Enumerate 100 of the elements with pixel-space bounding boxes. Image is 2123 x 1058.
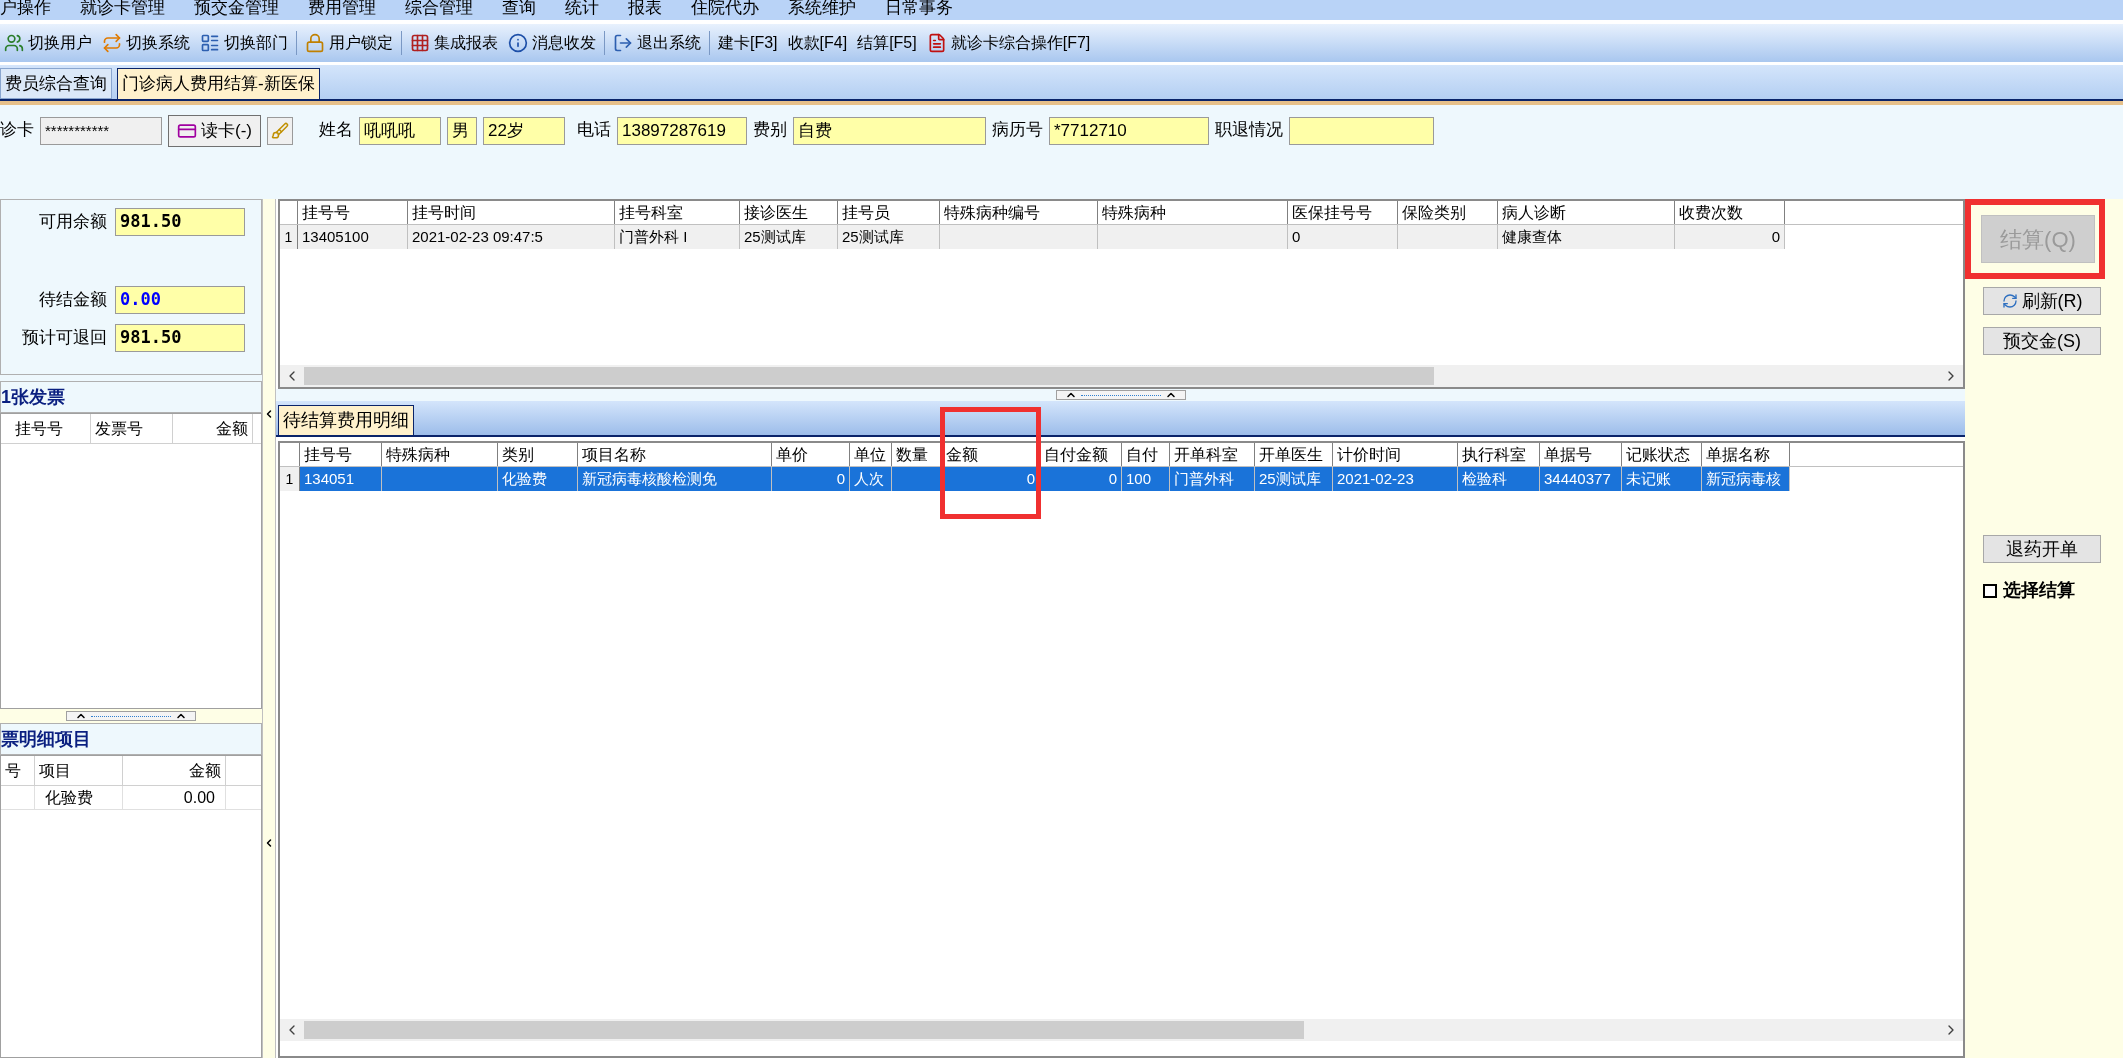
read-card-button[interactable]: 读卡(-) [168,115,261,147]
card-icon [177,121,197,141]
fee-type-field[interactable]: 自费 [793,117,986,145]
horizontal-scrollbar[interactable] [280,1019,1963,1041]
table-cell: 新冠病毒核 [1706,470,1781,487]
refresh-button[interactable]: 刷新(R) [1983,287,2101,315]
column-header[interactable]: 金额 [173,414,253,443]
splitter-handle[interactable] [66,711,196,721]
horizontal-scrollbar[interactable] [280,365,1963,387]
menu-item[interactable]: 费用管理 [308,0,376,21]
column-header[interactable]: 挂号科室 [615,201,740,224]
amount-field[interactable]: 981.50 [115,208,245,236]
column-header[interactable]: 单位 [850,443,892,466]
column-header[interactable]: 记账状态 [1622,443,1702,466]
table-cell: 0.00 [183,789,215,806]
toolbar-button[interactable]: 切换用户 [2,31,94,55]
field-label: 可用余额 [39,211,107,234]
field-label: 姓名 [319,119,353,141]
toolbar-button[interactable]: 集成报表 [408,31,500,55]
phone-field[interactable]: 13897287619 [617,117,747,145]
column-header[interactable]: 挂号号 [1,414,91,443]
column-header[interactable]: 特殊病种 [1098,201,1288,224]
column-header[interactable]: 挂号号 [298,201,408,224]
column-header[interactable]: 数量 [892,443,942,466]
table-row[interactable]: 1 13405100 2021-02-23 09:47:5 门普外科 I 25测试库 25测试库 0 健康查体 0 [280,225,1785,249]
toolbar-button[interactable]: 结算[F5] [855,31,919,55]
refresh-icon [2001,293,2018,309]
column-header[interactable]: 单据名称 [1702,443,1790,466]
toolbar-button[interactable]: 切换系统 [100,31,192,55]
column-header[interactable]: 收费次数 [1675,201,1785,224]
column-header[interactable]: 开单科室 [1170,443,1255,466]
section-header: 1张发票 [0,381,262,413]
column-header[interactable]: 特殊病种 [382,443,498,466]
column-header[interactable]: 接诊医生 [740,201,838,224]
card-number-field[interactable]: *********** [40,117,162,145]
toolbar-button[interactable]: 用户锁定 [303,31,395,55]
column-header[interactable]: 发票号 [91,414,173,443]
column-header[interactable]: 自付金额 [1040,443,1122,466]
column-header[interactable]: 号 [1,756,35,785]
table-cell: 34440377 [1544,470,1611,487]
deposit-button[interactable]: 预交金(S) [1983,327,2101,355]
column-header[interactable]: 金额 [123,756,226,785]
sex-field[interactable]: 男 [447,117,477,145]
column-header[interactable]: 单据号 [1540,443,1622,466]
toolbar-button[interactable]: 切换部门 [198,31,290,55]
table-cell: 0 [1026,470,1035,487]
splitter-handle[interactable] [1055,390,1186,400]
table-cell: 未记账 [1626,470,1671,487]
column-header[interactable]: 挂号员 [838,201,940,224]
column-header[interactable]: 保险类别 [1398,201,1498,224]
table-cell: 人次 [854,470,884,487]
amount-field[interactable]: 981.50 [115,324,245,352]
column-header[interactable]: 项目 [35,756,123,785]
column-header[interactable]: 挂号时间 [408,201,615,224]
table-cell: 25测试库 [744,228,806,245]
column-header[interactable]: 挂号号 [300,443,382,466]
tab[interactable]: 门诊病人费用结算-新医保 [117,68,320,99]
table-cell: 化验费 [45,789,93,806]
toolbar-button[interactable]: 消息收发 [506,31,598,55]
field-label: 电话 [577,119,611,141]
info-icon [508,33,528,53]
column-header[interactable]: 病人诊断 [1498,201,1675,224]
menu-item[interactable]: 就诊卡管理 [80,0,165,21]
menu-item[interactable]: 日常事务 [885,0,953,21]
field-label: 诊卡 [0,119,34,141]
column-header[interactable]: 金额 [942,443,1040,466]
section-header: 票明细项目 [0,723,262,755]
column-header[interactable]: 特殊病种编号 [940,201,1098,224]
table-row[interactable]: 1 134051 化验费 新冠病毒核酸检测免 0 人次 0 0 100 门普外科 25测试库 2021-02-23 检验科 34440377 未记账 新冠病毒核 [280,467,1790,491]
column-header[interactable]: 类别 [498,443,578,466]
grid-icon [410,33,430,53]
toolbar-button[interactable]: 退出系统 [611,31,703,55]
name-field[interactable]: 吼吼吼 [359,117,441,145]
column-header[interactable]: 计价时间 [1333,443,1458,466]
return-drug-button[interactable]: 退药开单 [1983,535,2101,563]
column-header[interactable]: 项目名称 [578,443,772,466]
toolbar-button[interactable]: 收款[F4] [785,31,850,55]
tab[interactable]: 待结算费用明细 [278,405,414,435]
toolbar-button[interactable]: 就诊卡综合操作[F7] [924,31,1093,55]
column-header[interactable]: 医保挂号号 [1288,201,1398,224]
column-header[interactable]: 执行科室 [1458,443,1540,466]
menu-item[interactable]: 查询 [502,0,536,21]
toolbar-button[interactable]: 建卡[F3] [716,31,780,55]
select-settle-checkbox[interactable]: 选择结算 [1983,577,2075,604]
column-header[interactable]: 单价 [772,443,850,466]
vertical-splitter[interactable] [262,199,276,1058]
table-cell: 0 [836,470,845,487]
scrollbar-thumb[interactable] [304,1021,1304,1039]
menu-item[interactable]: 报表 [628,0,662,21]
amount-field[interactable]: 0.00 [115,286,245,314]
column-header[interactable]: 开单医生 [1255,443,1333,466]
clear-button[interactable] [267,117,293,145]
retirement-field[interactable] [1289,117,1434,145]
broom-icon [271,122,289,140]
tab[interactable]: 费员综合查询 [0,68,112,99]
scrollbar-thumb[interactable] [304,367,1434,385]
age-field[interactable]: 22岁 [483,117,565,145]
table-cell: 健康查体 [1502,228,1562,245]
column-header[interactable]: 自付 [1122,443,1170,466]
record-number-field[interactable]: *7712710 [1049,117,1209,145]
